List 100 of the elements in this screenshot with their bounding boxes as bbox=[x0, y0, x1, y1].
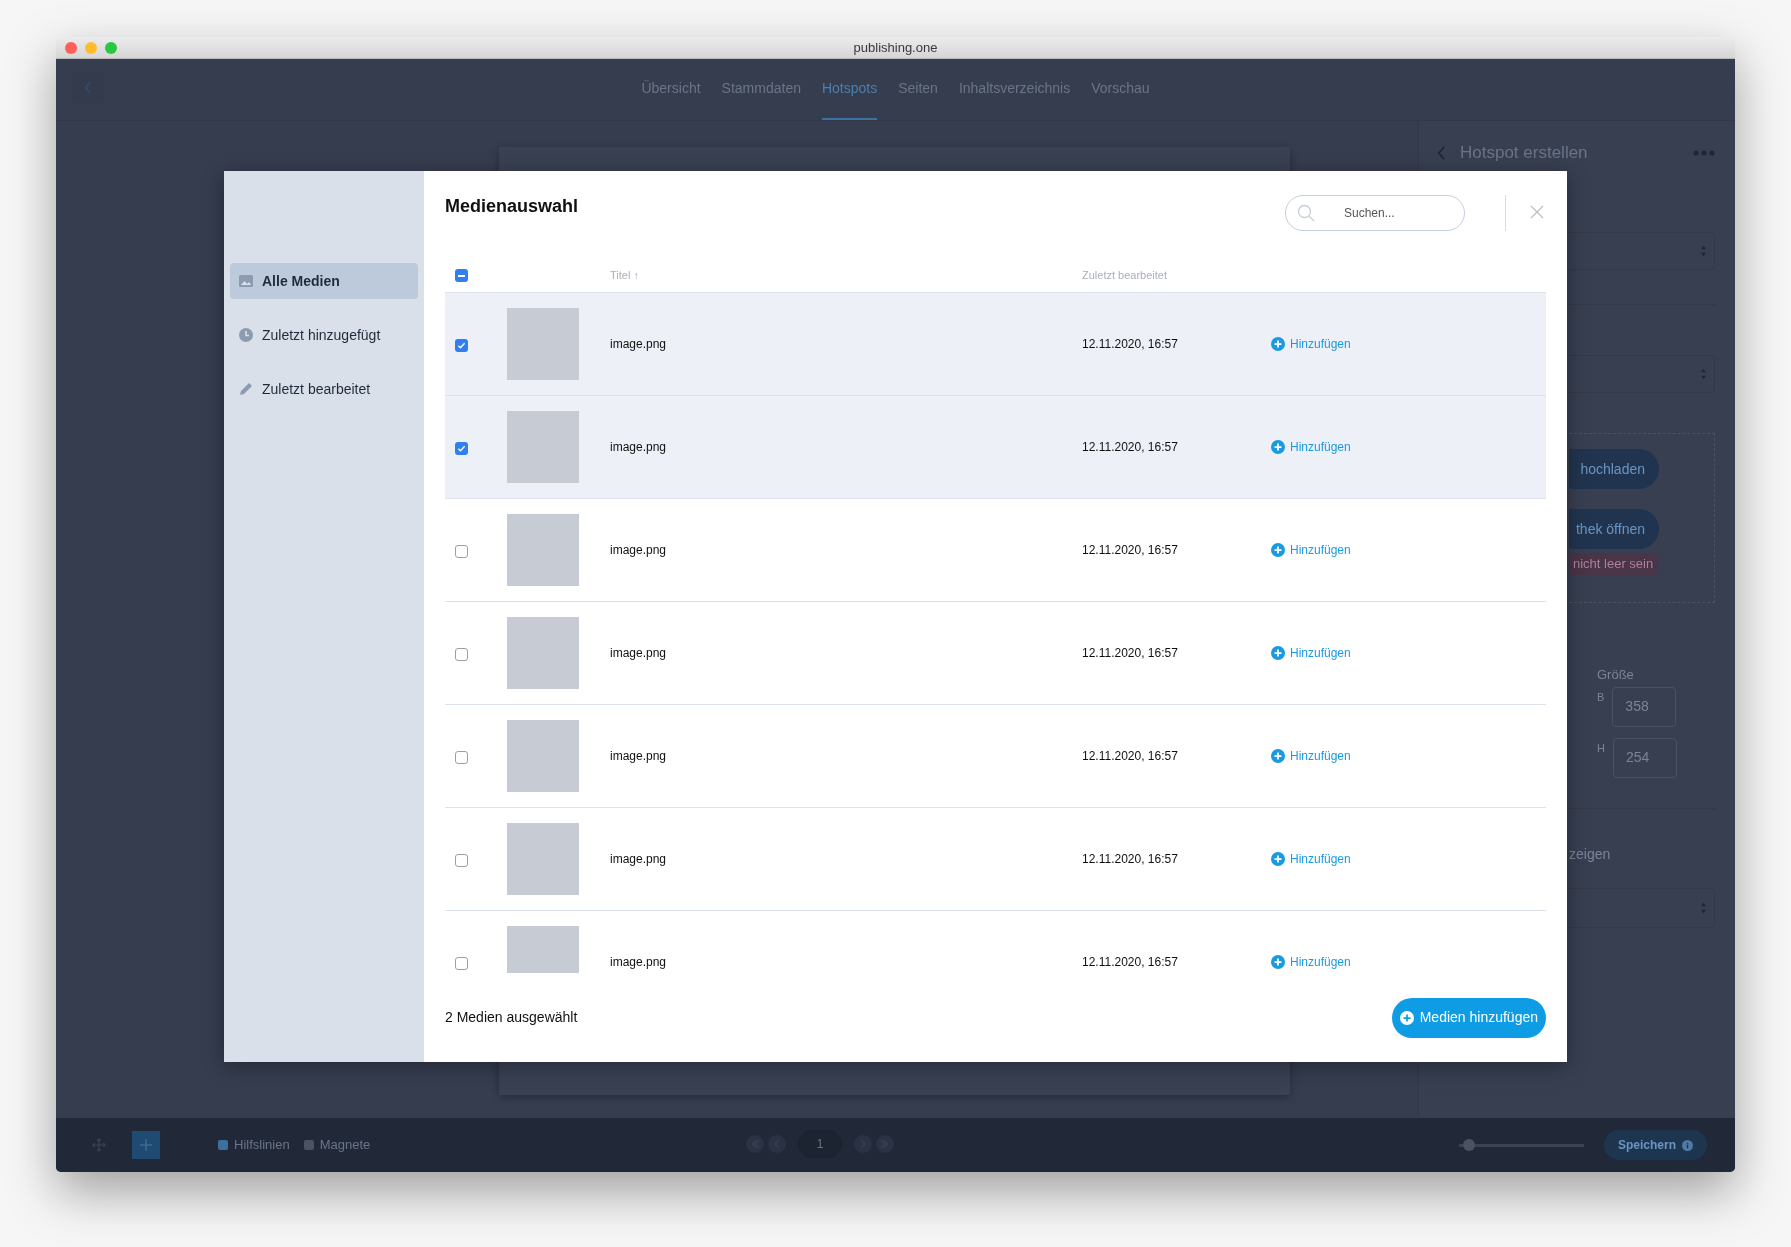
photo-placeholder bbox=[507, 514, 579, 586]
next-page-button[interactable] bbox=[854, 1135, 872, 1153]
sidebar-item[interactable]: Alle Medien bbox=[230, 263, 418, 299]
window-title: publishing.one bbox=[853, 38, 938, 57]
previous-page-button[interactable] bbox=[768, 1135, 786, 1153]
photo-placeholder bbox=[507, 617, 579, 689]
nav-tab[interactable]: Inhaltsverzeichnis bbox=[958, 59, 1071, 120]
select-field[interactable] bbox=[1569, 232, 1715, 270]
info-icon bbox=[1682, 1139, 1693, 1151]
width-field[interactable]: 358 bbox=[1612, 686, 1677, 727]
search-field[interactable]: Suchen... bbox=[1285, 195, 1465, 231]
height-field[interactable]: 254 bbox=[1612, 737, 1677, 778]
size-label: Größe bbox=[1597, 666, 1634, 684]
first-page-button[interactable] bbox=[746, 1135, 764, 1153]
add-link[interactable]: Hinzufügen bbox=[1271, 644, 1351, 662]
check-icon bbox=[457, 340, 466, 350]
row-checkbox[interactable] bbox=[455, 956, 468, 970]
add-link[interactable]: Hinzufügen bbox=[1271, 850, 1351, 868]
table-row[interactable]: image.png 12.11.2020, 16:57 Hinzufügen bbox=[445, 396, 1546, 499]
photo-placeholder bbox=[507, 411, 579, 483]
upload-button[interactable]: hochladen bbox=[1569, 449, 1659, 489]
plus-icon bbox=[140, 1139, 152, 1151]
select-all-checkbox[interactable] bbox=[455, 269, 468, 282]
add-link[interactable]: Hinzufügen bbox=[1271, 541, 1351, 559]
double-chevron-right-icon bbox=[879, 1138, 891, 1150]
width-label: B bbox=[1597, 689, 1605, 705]
plus-circle-icon bbox=[1271, 337, 1285, 351]
plus-circle-icon bbox=[1271, 749, 1285, 763]
nav-tab[interactable]: Hotspots bbox=[821, 59, 878, 120]
checkbox-label: Magnete bbox=[319, 1136, 371, 1155]
toolbar-checkbox[interactable] bbox=[218, 1140, 228, 1150]
select-arrows-icon bbox=[1700, 245, 1707, 257]
sidebar-item[interactable]: Zuletzt hinzugefügt bbox=[230, 317, 418, 353]
close-window-button[interactable] bbox=[65, 41, 77, 54]
table-row[interactable]: image.png 12.11.2020, 16:57 Hinzufügen bbox=[445, 293, 1546, 396]
photo-placeholder bbox=[507, 823, 579, 895]
row-checkbox[interactable] bbox=[455, 750, 468, 764]
double-chevron-left-icon bbox=[749, 1138, 761, 1150]
nav-tab[interactable]: Seiten bbox=[898, 59, 938, 120]
image-icon bbox=[238, 273, 254, 289]
page-number-field[interactable]: 1 bbox=[798, 1130, 842, 1158]
library-button[interactable]: thek öffnen bbox=[1569, 509, 1659, 549]
checkbox-label: Hilfslinien bbox=[234, 1136, 290, 1155]
column-header[interactable]: Zuletzt bearbeitet bbox=[1082, 267, 1167, 284]
photo-placeholder bbox=[507, 308, 579, 380]
chevron-left-icon bbox=[84, 80, 92, 94]
file-name: image.png bbox=[610, 954, 668, 971]
select-field[interactable] bbox=[1569, 355, 1715, 393]
minus-icon bbox=[458, 274, 465, 277]
add-media-button[interactable]: Medien hinzufügen bbox=[1391, 997, 1546, 1038]
edited-date: 12.11.2020, 16:57 bbox=[1082, 336, 1179, 353]
close-button[interactable] bbox=[1530, 204, 1546, 220]
add-link[interactable]: Hinzufügen bbox=[1271, 438, 1351, 456]
row-checkbox[interactable] bbox=[455, 338, 468, 352]
nav-tab[interactable]: Vorschau bbox=[1091, 59, 1150, 120]
plus-circle-icon bbox=[1399, 1010, 1414, 1025]
add-link[interactable]: Hinzufügen bbox=[1271, 747, 1351, 765]
clock-icon bbox=[238, 327, 254, 343]
row-checkbox[interactable] bbox=[455, 647, 468, 661]
height-label: H bbox=[1597, 740, 1605, 756]
edited-date: 12.11.2020, 16:57 bbox=[1082, 439, 1179, 456]
file-name: image.png bbox=[610, 748, 668, 765]
zoom-window-button[interactable] bbox=[105, 41, 117, 54]
add-link[interactable]: Hinzufügen bbox=[1271, 953, 1351, 971]
file-name: image.png bbox=[610, 336, 668, 353]
sidebar-item[interactable]: Zuletzt bearbeitet bbox=[230, 371, 418, 407]
file-name: image.png bbox=[610, 439, 668, 456]
more-icon bbox=[1693, 150, 1715, 156]
plus-circle-icon bbox=[1271, 543, 1285, 557]
row-checkbox[interactable] bbox=[455, 441, 468, 455]
minimize-window-button[interactable] bbox=[85, 41, 97, 54]
pencil-icon bbox=[238, 381, 254, 397]
slider-thumb[interactable] bbox=[1463, 1139, 1476, 1151]
edited-date: 12.11.2020, 16:57 bbox=[1082, 542, 1179, 559]
photo-placeholder bbox=[507, 720, 579, 792]
plus-circle-icon bbox=[1271, 440, 1285, 454]
select-field[interactable] bbox=[1569, 887, 1715, 928]
add-link[interactable]: Hinzufügen bbox=[1271, 335, 1351, 353]
toolbar-checkbox[interactable] bbox=[303, 1140, 314, 1150]
row-checkbox[interactable] bbox=[455, 544, 468, 558]
edited-date: 12.11.2020, 16:57 bbox=[1082, 851, 1179, 868]
file-name: image.png bbox=[610, 645, 668, 662]
add-button[interactable] bbox=[132, 1131, 160, 1159]
selection-count: 2 Medien ausgewählt bbox=[445, 1008, 578, 1027]
plus-circle-icon bbox=[1271, 646, 1285, 660]
nav-tab[interactable]: Übersicht bbox=[641, 59, 701, 120]
last-page-button[interactable] bbox=[876, 1135, 894, 1153]
error-tag: nicht leer sein bbox=[1569, 553, 1658, 575]
edited-date: 12.11.2020, 16:57 bbox=[1082, 748, 1179, 765]
edited-date: 12.11.2020, 16:57 bbox=[1082, 954, 1179, 971]
row-checkbox[interactable] bbox=[455, 853, 468, 867]
nav-tab[interactable]: Stammdaten bbox=[721, 59, 801, 120]
move-icon[interactable] bbox=[92, 1138, 106, 1152]
save-button[interactable]: Speichern bbox=[1603, 1130, 1707, 1160]
column-header[interactable]: Titel ↑ bbox=[610, 267, 1082, 284]
close-icon bbox=[1530, 205, 1544, 219]
select-arrows-icon bbox=[1700, 368, 1707, 380]
zoom-slider[interactable] bbox=[1458, 1139, 1584, 1151]
display-label: zeigen bbox=[1569, 844, 1611, 864]
chevron-left-icon bbox=[1437, 146, 1446, 160]
